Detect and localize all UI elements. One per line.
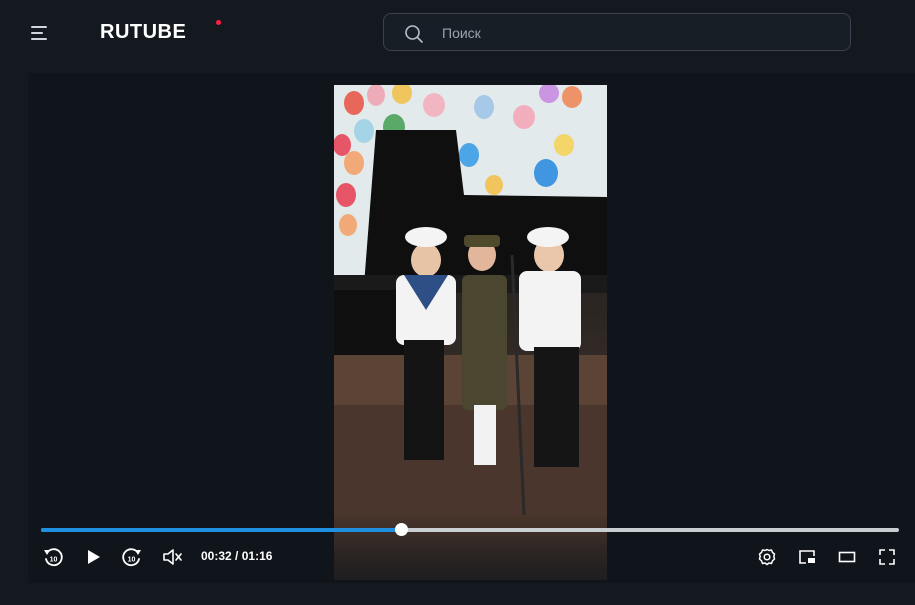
mute-button[interactable]	[160, 545, 184, 569]
rewind-10-icon: 10	[42, 546, 64, 568]
duration: 01:16	[241, 549, 273, 563]
play-button[interactable]	[81, 545, 105, 569]
search-icon	[404, 24, 424, 44]
svg-text:10: 10	[50, 557, 58, 564]
pip-button[interactable]	[795, 545, 819, 569]
pip-icon	[797, 547, 817, 567]
current-time: 00:32	[201, 549, 232, 563]
theater-mode-button[interactable]	[835, 545, 859, 569]
time-display: 00:32 / 01:16	[201, 549, 272, 563]
video-player[interactable]: 10 10 00:32 / 01:16	[28, 73, 915, 583]
rewind-10-button[interactable]: 10	[41, 545, 65, 569]
theater-icon	[837, 547, 857, 567]
forward-10-button[interactable]: 10	[120, 545, 144, 569]
progress-fill	[41, 528, 402, 532]
play-icon	[83, 547, 103, 567]
forward-10-icon: 10	[121, 546, 143, 568]
gear-icon	[757, 547, 777, 567]
video-frame[interactable]	[334, 85, 607, 580]
progress-bar[interactable]	[41, 523, 899, 536]
search-box[interactable]	[383, 13, 851, 52]
top-bar: RUTUBE	[0, 0, 915, 66]
logo[interactable]: RUTUBE	[100, 21, 186, 44]
logo-dot	[216, 20, 221, 25]
video-scene	[334, 85, 607, 580]
svg-text:10: 10	[128, 557, 136, 564]
search-input[interactable]	[440, 14, 824, 52]
fullscreen-button[interactable]	[875, 545, 899, 569]
fullscreen-icon	[877, 547, 897, 567]
time-separator: /	[235, 549, 239, 563]
volume-muted-icon	[161, 546, 183, 568]
hamburger-icon[interactable]	[31, 26, 49, 40]
settings-button[interactable]	[755, 545, 779, 569]
